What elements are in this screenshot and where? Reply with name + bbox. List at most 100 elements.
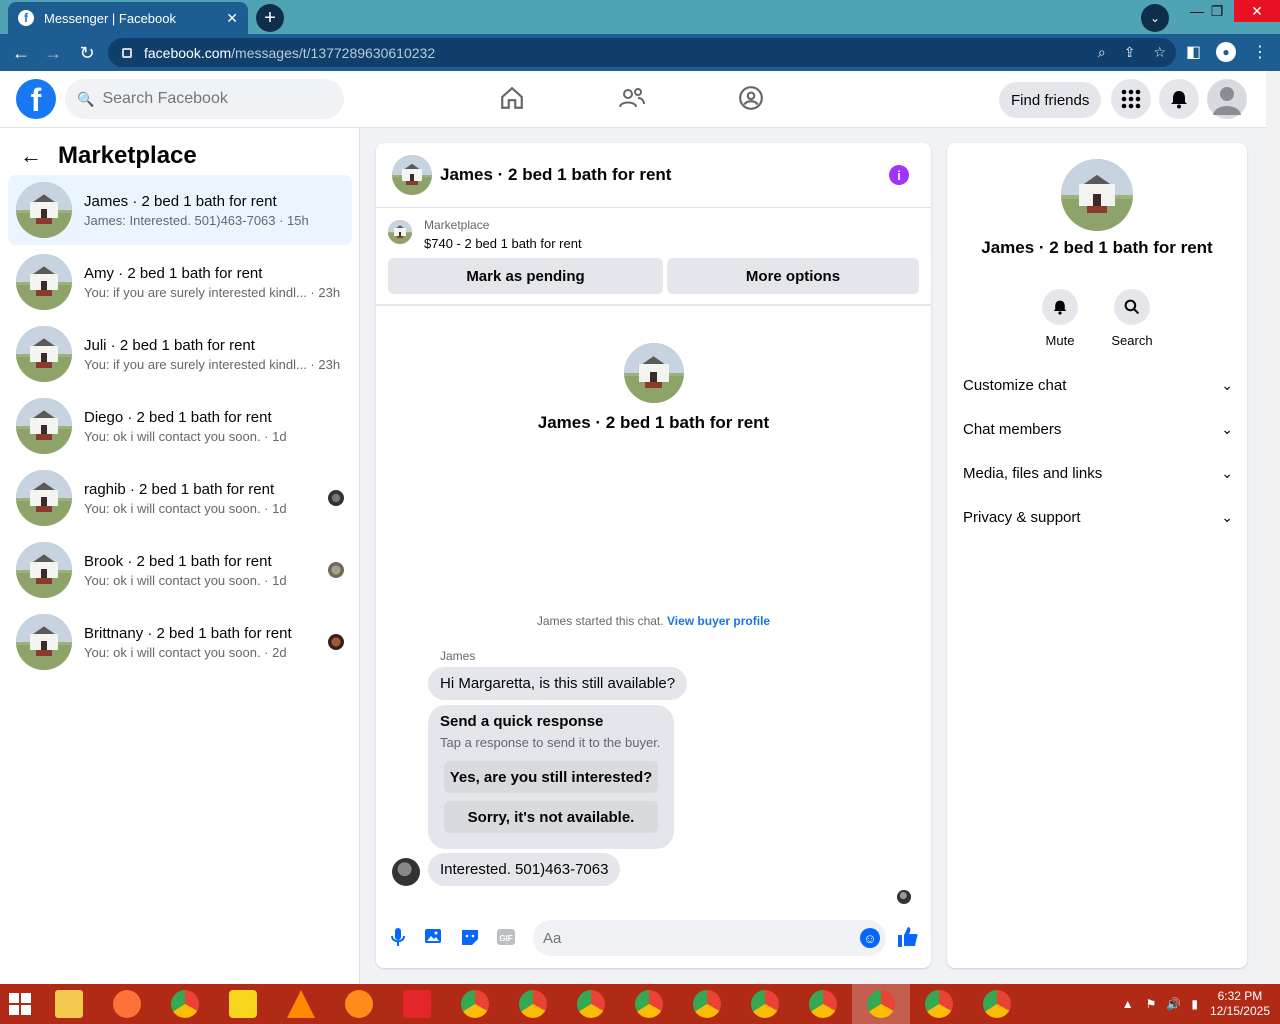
chrome-profile-icon[interactable]: [678, 984, 736, 1024]
notifications-bell-icon[interactable]: [1159, 79, 1199, 119]
close-tab-icon[interactable]: ✕: [226, 10, 238, 27]
chrome-icon[interactable]: [156, 984, 214, 1024]
message-bubble: Hi Margaretta, is this still available?: [428, 667, 688, 700]
thumbs-up-icon[interactable]: [897, 926, 919, 948]
system-clock[interactable]: 6:32 PM 12/15/2025: [1210, 989, 1270, 1019]
mark-as-pending-button[interactable]: Mark as pending: [388, 258, 663, 294]
listing-thumbnail: [16, 398, 72, 454]
listing-price[interactable]: $740 - 2 bed 1 bath for rent: [424, 236, 582, 251]
view-buyer-profile-link[interactable]: View buyer profile: [667, 614, 770, 628]
chrome-profile-icon[interactable]: [620, 984, 678, 1024]
share-icon[interactable]: ⇪: [1124, 44, 1136, 61]
firefox-icon[interactable]: [98, 984, 156, 1024]
panel-title: Marketplace: [58, 142, 197, 169]
conversation-name: Brook · 2 bed 1 bath for rent: [84, 552, 272, 570]
facebook-search[interactable]: 🔍: [65, 79, 344, 119]
read-receipt-avatar: [897, 890, 911, 904]
media-files-links-item[interactable]: Media, files and links ⌄: [963, 453, 1233, 493]
url-bar[interactable]: facebook.com /messages/t/137728963061023…: [108, 38, 1176, 67]
back-arrow-icon[interactable]: ←: [20, 143, 42, 169]
reload-icon[interactable]: ↻: [74, 40, 100, 66]
vlc-icon[interactable]: [272, 984, 330, 1024]
chat-avatar[interactable]: [392, 155, 432, 195]
tab-search-button[interactable]: ⌄: [1141, 4, 1169, 32]
gif-icon[interactable]: GIF: [495, 926, 517, 948]
menu-grid-icon[interactable]: [1111, 79, 1151, 119]
network-signal-icon[interactable]: ▮: [1191, 997, 1198, 1011]
chrome-profile-icon[interactable]: [910, 984, 968, 1024]
emoji-icon[interactable]: ☺: [860, 928, 880, 948]
find-friends-button[interactable]: Find friends: [999, 82, 1102, 118]
microphone-icon[interactable]: [387, 926, 409, 948]
profile-icon[interactable]: ●: [1216, 42, 1236, 62]
facebook-favicon-icon: f: [18, 10, 34, 26]
tray-chevron-icon[interactable]: ▲: [1122, 997, 1134, 1011]
friends-icon[interactable]: [617, 83, 647, 113]
info-icon[interactable]: i: [889, 165, 909, 185]
search-icon[interactable]: [1114, 289, 1150, 325]
conversation-preview: James: Interested. 501)463-7063 · 15h: [84, 212, 309, 228]
message-input-box[interactable]: ☺: [533, 920, 886, 956]
chat-members-item[interactable]: Chat members ⌄: [963, 409, 1233, 449]
customize-chat-item[interactable]: Customize chat ⌄: [963, 365, 1233, 405]
chrome-profile-icon-active[interactable]: [852, 984, 910, 1024]
conversation-item[interactable]: Brook · 2 bed 1 bath for rent You: ok i …: [8, 535, 352, 605]
message-input[interactable]: [543, 929, 843, 947]
menu-kebab-icon[interactable]: ⋮: [1252, 42, 1268, 62]
conversation-item[interactable]: raghib · 2 bed 1 bath for rent You: ok i…: [8, 463, 352, 533]
action-center-flag-icon[interactable]: ⚑: [1146, 997, 1157, 1011]
facebook-header: f 🔍 Find friends: [0, 71, 1266, 128]
zoom-icon[interactable]: ⌕: [1098, 44, 1106, 61]
conversation-item[interactable]: Brittnany · 2 bed 1 bath for rent You: o…: [8, 607, 352, 677]
facebook-logo-icon[interactable]: f: [16, 79, 56, 119]
mute-bell-icon[interactable]: [1042, 289, 1078, 325]
listing-card: Marketplace $740 - 2 bed 1 bath for rent…: [376, 208, 931, 306]
item-label: Customize chat: [963, 376, 1067, 394]
side-panel-icon[interactable]: ◧: [1186, 42, 1201, 62]
conversation-preview: You: ok i will contact you soon. · 2d: [84, 644, 287, 660]
conversation-item[interactable]: Diego · 2 bed 1 bath for rent You: ok i …: [8, 391, 352, 461]
new-tab-button[interactable]: +: [256, 4, 284, 32]
chat-title[interactable]: James · 2 bed 1 bath for rent: [440, 165, 671, 185]
home-icon[interactable]: [497, 83, 527, 113]
restore-button[interactable]: ❐: [1200, 0, 1234, 22]
media-player-icon[interactable]: [214, 984, 272, 1024]
back-icon[interactable]: ←: [8, 40, 34, 66]
search-action[interactable]: Search: [1102, 289, 1162, 348]
forward-icon[interactable]: →: [40, 40, 66, 66]
page-scrollbar[interactable]: [1266, 71, 1280, 984]
seen-avatar: [328, 490, 344, 506]
quick-reply-still-interested-button[interactable]: Yes, are you still interested?: [444, 761, 658, 793]
conversation-item[interactable]: Juli · 2 bed 1 bath for rent You: if you…: [8, 319, 352, 389]
system-tray: ▲ ⚑ 🔊 ▮ 6:32 PM 12/15/2025: [1122, 984, 1280, 1024]
chrome-profile-icon[interactable]: [736, 984, 794, 1024]
chrome-profile-icon[interactable]: [562, 984, 620, 1024]
privacy-support-item[interactable]: Privacy & support ⌄: [963, 497, 1233, 537]
account-avatar[interactable]: [1207, 79, 1247, 119]
chrome-profile-icon[interactable]: [504, 984, 562, 1024]
file-explorer-icon[interactable]: [40, 984, 98, 1024]
close-window-button[interactable]: ✕: [1234, 0, 1280, 22]
windows-start-icon[interactable]: [0, 984, 40, 1024]
quick-reply-not-available-button[interactable]: Sorry, it's not available.: [444, 801, 658, 833]
bookmark-star-icon[interactable]: ☆: [1153, 44, 1166, 61]
browser-tab[interactable]: f Messenger | Facebook ✕: [8, 2, 248, 34]
mute-action[interactable]: Mute: [1030, 289, 1090, 348]
photo-gallery-icon[interactable]: [423, 926, 445, 948]
chrome-profile-icon[interactable]: [794, 984, 852, 1024]
volume-icon[interactable]: 🔊: [1166, 997, 1181, 1011]
listing-mini-thumbnail[interactable]: [388, 220, 412, 244]
wps-office-icon[interactable]: [388, 984, 446, 1024]
conversation-item[interactable]: Amy · 2 bed 1 bath for rent You: if you …: [8, 247, 352, 317]
conversation-name: Diego · 2 bed 1 bath for rent: [84, 408, 272, 426]
chrome-profile-icon[interactable]: [446, 984, 504, 1024]
more-options-button[interactable]: More options: [667, 258, 919, 294]
search-input[interactable]: [102, 90, 323, 108]
groups-icon[interactable]: [736, 83, 766, 113]
sticker-icon[interactable]: [459, 926, 481, 948]
info-name: James · 2 bed 1 bath for rent: [981, 238, 1213, 257]
chrome-profile-icon[interactable]: [968, 984, 1026, 1024]
conversation-item[interactable]: James · 2 bed 1 bath for rent James: Int…: [8, 175, 352, 245]
uc-browser-icon[interactable]: [330, 984, 388, 1024]
sender-avatar[interactable]: [392, 858, 420, 886]
